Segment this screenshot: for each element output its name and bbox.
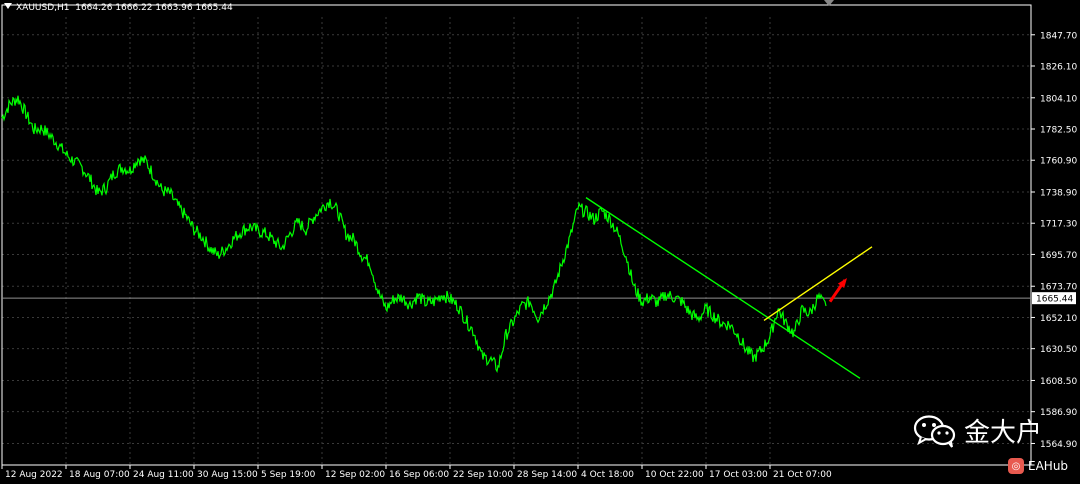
annotations: [585, 197, 873, 379]
y-tick-label: 1738.90: [1040, 189, 1077, 199]
plot-border: [1, 4, 1032, 466]
trendline: [763, 246, 873, 322]
x-tick-label: 4 Oct 18:00: [581, 470, 634, 480]
collapse-triangle-icon[interactable]: [4, 3, 12, 9]
x-tick-label: 28 Sep 14:00: [517, 470, 577, 480]
wechat-icon: [913, 414, 956, 448]
x-tick-label: 18 Aug 07:00: [69, 470, 130, 480]
watermark: 金大户: [912, 412, 1042, 449]
x-tick-label: 17 Oct 03:00: [709, 470, 768, 480]
y-tick-label: 1586.90: [1040, 408, 1077, 418]
current-price-label: 1665.44: [1036, 295, 1073, 305]
x-tick-label: 30 Aug 15:00: [197, 470, 258, 480]
x-axis: 12 Aug 2022 18 Aug 07:00 24 Aug 11:00 30 Au…: [1, 465, 832, 480]
y-tick-label: 1652.10: [1040, 314, 1077, 324]
price-line: [1, 95, 827, 374]
x-tick-label: 21 Oct 07:00: [773, 470, 832, 480]
brand: ◎ EAHub: [1008, 458, 1068, 474]
y-tick-label: 1782.50: [1040, 126, 1077, 136]
x-tick-label: 24 Aug 11:00: [133, 470, 194, 480]
y-tick-label: 1826.10: [1040, 62, 1077, 72]
y-tick-label: 1630.50: [1040, 345, 1077, 355]
watermark-text: 金大户: [964, 418, 1043, 448]
y-tick-label: 1564.90: [1040, 440, 1077, 450]
chart-shift-marker-icon[interactable]: [824, 0, 834, 6]
y-axis: 1847.70 1826.10 1804.10 1782.50 1760.90 1738.…: [1031, 31, 1077, 450]
y-tick-label: 1804.10: [1040, 94, 1077, 104]
ohlc-values: 1664.26 1666.22 1663.96 1665.44: [75, 3, 233, 13]
x-tick-label: 12 Sep 02:00: [325, 470, 385, 480]
symbol-header: XAUUSD,H1 1664.26 1666.22 1663.96 1665.4…: [4, 3, 233, 13]
x-tick-label: 12 Aug 2022: [5, 470, 63, 480]
y-tick-label: 1673.70: [1040, 283, 1077, 293]
eahub-logo-icon: ◎: [1008, 458, 1024, 474]
y-tick-label: 1608.50: [1040, 377, 1077, 387]
x-tick-label: 5 Sep 19:00: [261, 470, 316, 480]
x-tick-label: 16 Sep 06:00: [389, 470, 449, 480]
trendline: [585, 197, 861, 379]
plot-frame: [1, 4, 1032, 466]
x-tick-label: 10 Oct 22:00: [645, 470, 704, 480]
y-tick-label: 1717.30: [1040, 220, 1077, 230]
chart-grid: [1, 17, 1031, 465]
symbol-label: XAUUSD,H1: [16, 3, 70, 13]
price-series: [1, 95, 1031, 374]
x-tick-label: 22 Sep 10:00: [453, 470, 513, 480]
brand-text: EAHub: [1028, 459, 1069, 473]
y-tick-label: 1847.70: [1040, 31, 1077, 41]
y-tick-label: 1695.70: [1040, 251, 1077, 261]
y-tick-label: 1760.90: [1040, 157, 1077, 167]
